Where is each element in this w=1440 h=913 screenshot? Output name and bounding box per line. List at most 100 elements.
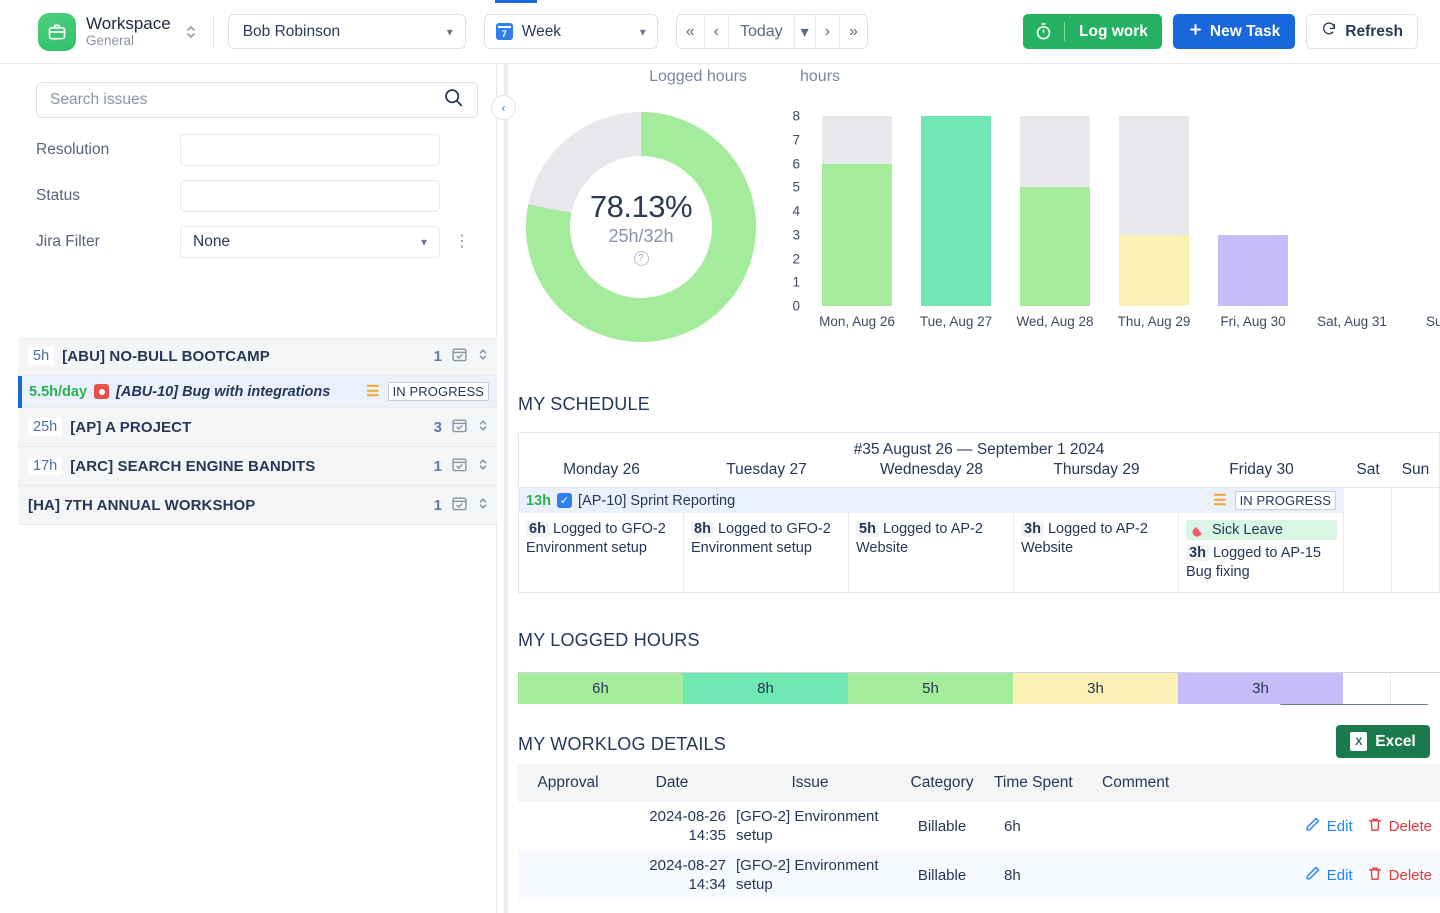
- row-actions: Edit Delete: [1266, 816, 1440, 837]
- search-input[interactable]: Search issues: [36, 82, 478, 118]
- task-status-badge: IN PROGRESS: [1235, 491, 1336, 510]
- pill-icon: [1191, 522, 1208, 538]
- nav-last-button[interactable]: »: [840, 15, 867, 48]
- new-task-button[interactable]: New Task: [1173, 14, 1295, 49]
- cell-date-time: 14:34: [688, 876, 726, 893]
- workspace-switcher[interactable]: Workspace General: [0, 13, 197, 51]
- issue-count: 1: [434, 497, 442, 514]
- bar-thu[interactable]: [1119, 116, 1189, 306]
- schedule-task-row[interactable]: 13h ✓ [AP-10] Sprint Reporting ☰ IN PROG…: [519, 488, 1344, 513]
- logged-segment[interactable]: 8h: [683, 673, 848, 704]
- column-header-date: Date: [618, 774, 726, 792]
- status-input[interactable]: [180, 180, 440, 212]
- briefcase-icon: [38, 13, 76, 51]
- collapse-sidebar-button[interactable]: ‹: [491, 95, 516, 120]
- calendar-check-icon[interactable]: [451, 456, 468, 477]
- bar-sat[interactable]: [1317, 116, 1387, 306]
- sort-icon[interactable]: [477, 346, 489, 367]
- worklog-table: Approval Date Issue Category Time Spent …: [518, 764, 1440, 900]
- bar-tue[interactable]: [921, 116, 991, 306]
- issue-row-ha[interactable]: [HA] 7TH ANNUAL WORKSHOP 1: [18, 486, 497, 525]
- sort-icon[interactable]: [477, 456, 489, 477]
- issue-row-ap[interactable]: 25h [AP] A PROJECT 3: [18, 408, 497, 447]
- logged-hours-bar: 6h 8h 5h 3h 3h: [518, 672, 1440, 704]
- column-header-time-spent: Time Spent: [990, 774, 1086, 792]
- filter-row-jira: Jira Filter None ▾ ⋮: [36, 226, 470, 258]
- schedule-day-sunday[interactable]: [1392, 488, 1439, 592]
- nav-first-button[interactable]: «: [677, 15, 705, 48]
- refresh-button[interactable]: Refresh: [1306, 14, 1418, 49]
- issue-hours-badge: 25h: [28, 418, 62, 436]
- logged-segment[interactable]: 5h: [848, 673, 1013, 704]
- excel-export-button[interactable]: X Excel: [1336, 725, 1430, 758]
- schedule-day-saturday[interactable]: [1344, 488, 1392, 592]
- row-actions: Edit Delete: [1266, 865, 1440, 886]
- resolution-input[interactable]: [180, 134, 440, 166]
- cell-category: Billable: [894, 867, 990, 884]
- edit-label: Edit: [1327, 818, 1353, 835]
- leave-entry[interactable]: Sick Leave: [1186, 520, 1337, 540]
- entry-text: Logged to AP-2: [1048, 521, 1148, 537]
- logged-hours-donut: 78.13% 25h/32h ?: [526, 112, 756, 342]
- edit-button[interactable]: Edit: [1304, 865, 1353, 886]
- chevron-updown-icon[interactable]: [185, 22, 197, 42]
- edit-button[interactable]: Edit: [1304, 816, 1353, 837]
- chevron-down-icon: ▾: [447, 25, 453, 39]
- logged-segment[interactable]: [1343, 673, 1391, 704]
- worklog-entry[interactable]: 3h Logged to AP-2 Website: [1021, 520, 1172, 558]
- nav-today-dropdown-icon[interactable]: ▾: [795, 15, 816, 48]
- worklog-entry[interactable]: 5h Logged to AP-2 Website: [856, 520, 1007, 558]
- worklog-entry[interactable]: 6h Logged to GFO-2 Environment setup: [526, 520, 677, 558]
- nav-prev-button[interactable]: ‹: [705, 15, 729, 48]
- jira-filter-select[interactable]: None ▾: [180, 226, 440, 258]
- logged-segment[interactable]: [1391, 673, 1440, 704]
- cell-issue: [GFO-2] Environment setup: [726, 808, 894, 846]
- period-select[interactable]: 7 Week ▾: [484, 14, 658, 49]
- sort-icon[interactable]: [477, 417, 489, 438]
- bar-sun[interactable]: [1416, 116, 1440, 306]
- schedule-week-label: #35 August 26 — September 1 2024: [519, 433, 1439, 461]
- worklog-entry[interactable]: 8h Logged to GFO-2 Environment setup: [691, 520, 842, 558]
- nav-next-button[interactable]: ›: [816, 15, 840, 48]
- user-select[interactable]: Bob Robinson ▾: [228, 14, 466, 49]
- cell-time-spent: 8h: [990, 867, 1086, 884]
- toolbar-divider: [213, 15, 214, 49]
- search-icon[interactable]: [443, 87, 464, 113]
- bar-chart-ylabel: hours: [800, 68, 840, 86]
- chevron-down-icon: ▾: [640, 25, 646, 39]
- delete-button[interactable]: Delete: [1367, 816, 1432, 837]
- calendar-check-icon[interactable]: [451, 495, 468, 516]
- priority-medium-icon: ☰: [1213, 495, 1226, 507]
- calendar-check-icon[interactable]: [451, 346, 468, 367]
- xtick: Fri, Aug 30: [1220, 314, 1285, 329]
- more-options-icon[interactable]: ⋮: [454, 234, 470, 250]
- ytick: 2: [792, 251, 800, 266]
- logged-segment[interactable]: 3h: [1013, 673, 1178, 704]
- app-root: Workspace General Bob Robinson ▾ 7 Week …: [0, 0, 1440, 913]
- worklog-heading: MY WORKLOG DETAILS: [518, 734, 726, 755]
- issue-row-abu[interactable]: 5h [ABU] NO-BULL BOOTCAMP 1: [18, 337, 497, 376]
- filter-label-jira: Jira Filter: [36, 233, 180, 251]
- delete-label: Delete: [1389, 867, 1432, 884]
- table-row[interactable]: 2024-08-26 14:35 [GFO-2] Environment set…: [518, 802, 1440, 851]
- delete-button[interactable]: Delete: [1367, 865, 1432, 886]
- logged-segment[interactable]: 6h: [518, 673, 683, 704]
- nav-today-button[interactable]: Today: [729, 15, 795, 48]
- entry-sub: Bug fixing: [1186, 564, 1250, 580]
- table-row[interactable]: 2024-08-27 14:34 [GFO-2] Environment set…: [518, 851, 1440, 900]
- entry-text: Logged to GFO-2: [553, 521, 666, 537]
- logged-segment[interactable]: 3h: [1178, 673, 1343, 704]
- log-work-button[interactable]: Log work: [1023, 14, 1162, 49]
- issue-row-arc[interactable]: 17h [ARC] SEARCH ENGINE BANDITS 1: [18, 447, 497, 486]
- task-check-icon: ✓: [557, 493, 572, 508]
- sort-icon[interactable]: [477, 495, 489, 516]
- bar-fri[interactable]: [1218, 116, 1288, 306]
- bar-mon[interactable]: [822, 116, 892, 306]
- entry-sub: Environment setup: [691, 540, 812, 556]
- calendar-check-icon[interactable]: [451, 417, 468, 438]
- sub-issue-row-abu-10[interactable]: 5.5h/day [ABU-10] Bug with integrations …: [18, 376, 497, 408]
- help-icon[interactable]: ?: [634, 251, 649, 266]
- bar-wed[interactable]: [1020, 116, 1090, 306]
- worklog-entry[interactable]: 3h Logged to AP-15 Bug fixing: [1186, 544, 1337, 582]
- entry-sub: Environment setup: [526, 540, 647, 556]
